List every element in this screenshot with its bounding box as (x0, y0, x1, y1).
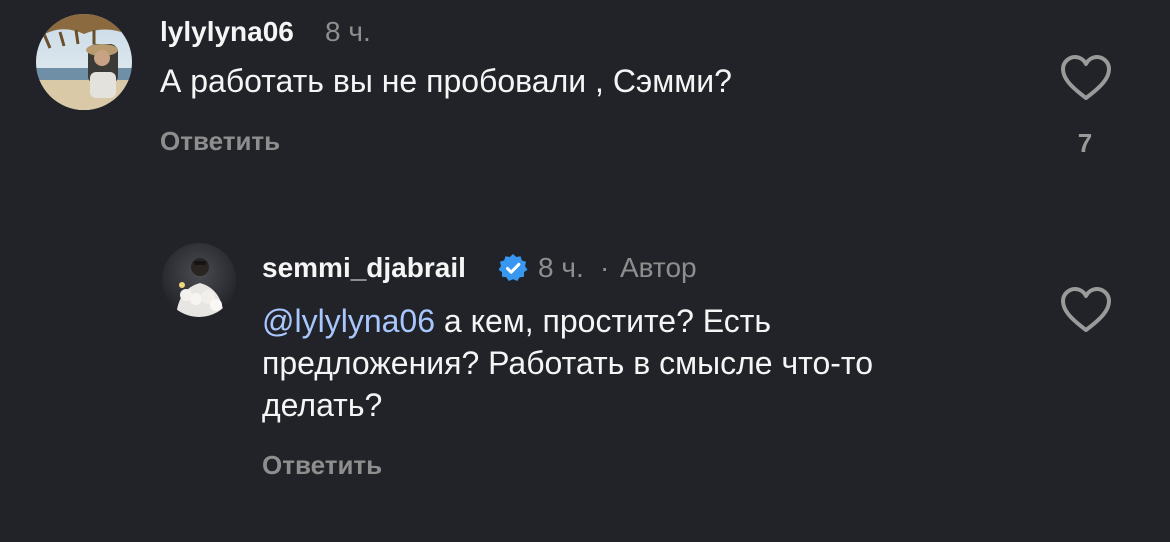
heart-outline-icon (1061, 55, 1111, 100)
comment-username[interactable]: semmi_djabrail (262, 252, 466, 284)
reply-button[interactable]: Ответить (160, 126, 280, 156)
comment-text: А работать вы не пробовали , Сэмми? (160, 63, 732, 99)
comment-text: @lylylyna06 а кем, простите? Есть предло… (262, 300, 1042, 426)
user-avatar-semmi_djabrail[interactable] (162, 243, 236, 317)
reply-button[interactable]: Ответить (262, 450, 382, 480)
comment-text-line3: делать? (262, 387, 383, 423)
like-button[interactable] (1060, 286, 1112, 334)
comments-screen: lylylyna06 8 ч. А работать вы не пробова… (0, 0, 1170, 542)
like-button[interactable] (1060, 54, 1112, 102)
user-avatar-lylylyna06[interactable] (36, 14, 132, 110)
person-photo-avatar (162, 243, 236, 317)
comment-timestamp: 8 ч. (538, 252, 584, 283)
comment-timestamp: 8 ч. (325, 16, 371, 47)
beach-photo-avatar (36, 14, 132, 110)
mention-link[interactable]: @lylylyna06 (262, 303, 435, 339)
verified-badge-icon (498, 253, 528, 283)
author-label: Автор (620, 252, 697, 283)
like-count: 7 (1077, 128, 1093, 158)
comment-text-line1: а кем, простите? Есть (435, 303, 772, 339)
meta-separator: · (600, 252, 610, 283)
comment-text-line2: предложения? Работать в смысле что-то (262, 345, 873, 381)
heart-outline-icon (1061, 287, 1111, 332)
comment-username[interactable]: lylylyna06 (160, 16, 294, 48)
